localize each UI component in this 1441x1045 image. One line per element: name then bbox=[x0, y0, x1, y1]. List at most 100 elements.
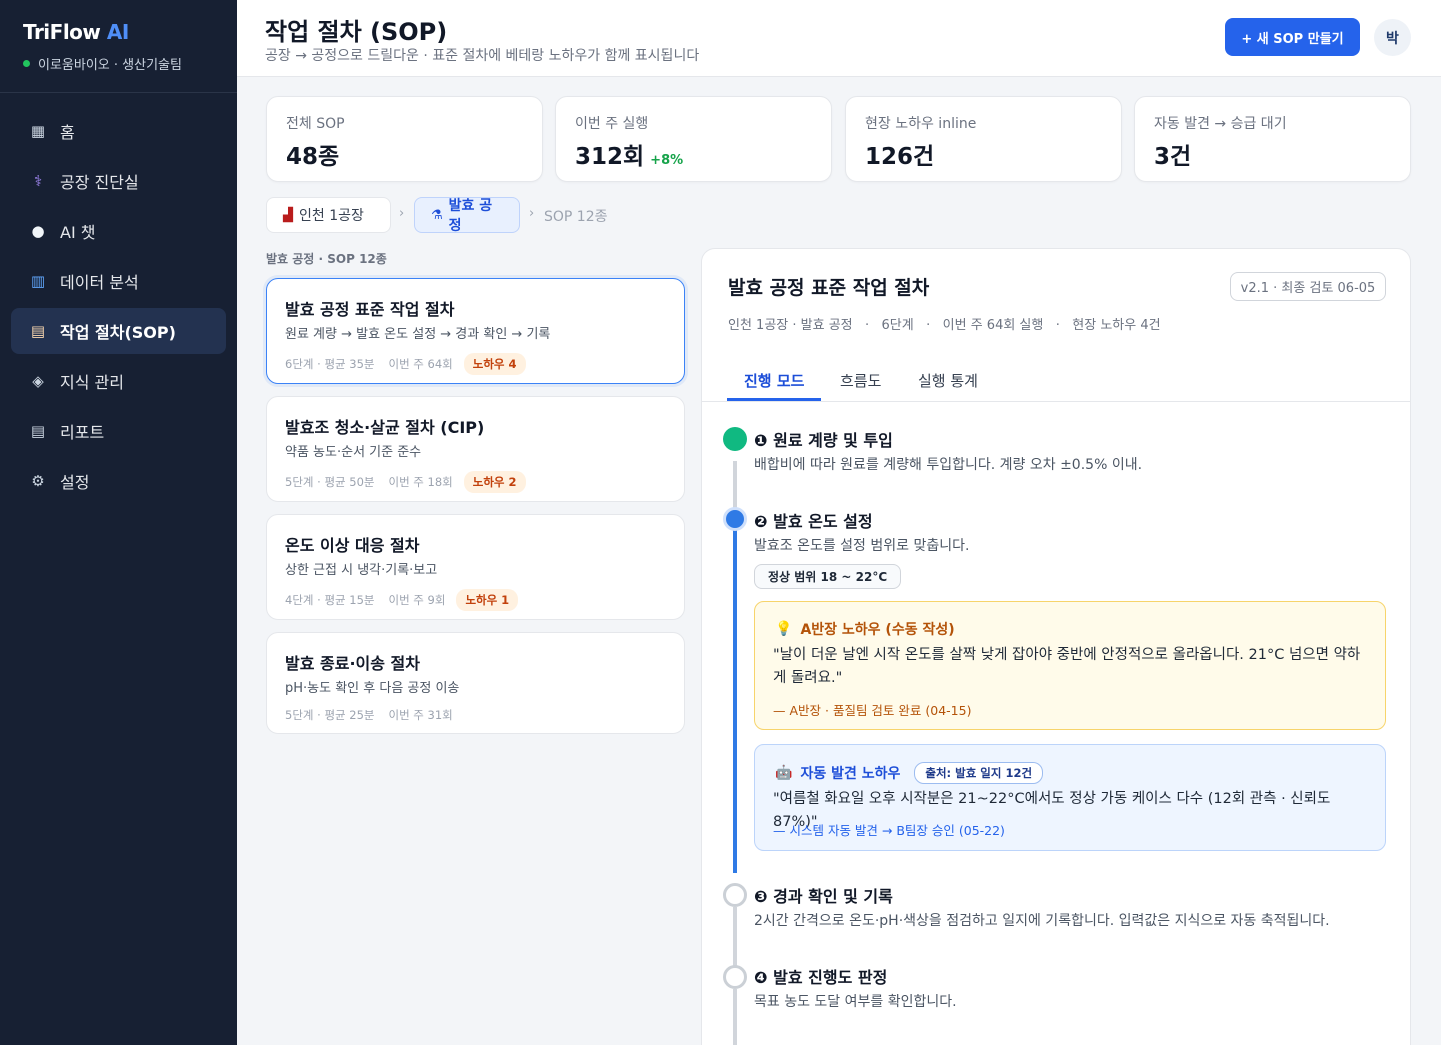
sidebar-item-knowledge[interactable]: ◈ 지식 관리 bbox=[11, 358, 226, 404]
sop-list-item[interactable]: 발효 공정 표준 작업 절차 원료 계량 → 발효 온도 설정 → 경과 확인 … bbox=[266, 278, 685, 384]
stat-delta: +8% bbox=[650, 153, 684, 168]
sop-weekly-runs: 이번 주 64회 bbox=[388, 357, 453, 371]
knowhow-badge: 노하우 1 bbox=[456, 589, 519, 611]
sidebar-item-diagnosis[interactable]: ⚕ 공장 진단실 bbox=[11, 158, 226, 204]
step-description: 2시간 간격으로 온도·pH·색상을 점검하고 일지에 기록합니다. 입력값은 … bbox=[754, 913, 1330, 929]
gear-icon: ⚙ bbox=[31, 472, 45, 490]
sop-meta: 6단계 · 평균 35분 이번 주 64회 노하우 4 bbox=[285, 353, 526, 375]
timeline-connector bbox=[733, 461, 737, 509]
step-title[interactable]: ❶ 원료 계량 및 투입 bbox=[754, 427, 893, 451]
sidebar-item-ai-chat[interactable]: ● AI 챗 bbox=[11, 208, 226, 254]
step-status-done-icon bbox=[723, 427, 747, 451]
sop-weekly-runs: 이번 주 18회 bbox=[388, 475, 453, 489]
step-description: 배합비에 따라 원료를 계량해 투입합니다. 계량 오차 ±0.5% 이내. bbox=[754, 457, 1143, 473]
knowhow-quote: "날이 더운 날엔 시작 온도를 살짝 낮게 잡아야 중반에 안정적으로 올라옵… bbox=[773, 647, 1361, 686]
auto-knowhow-card: 🤖 자동 발견 노하우 출처: 발효 일지 12건 "여름철 화요일 오후 시작… bbox=[754, 744, 1386, 851]
page-subtitle: 공장 → 공정으로 드릴다운 · 표준 절차에 베테랑 노하우가 함께 표시됩니… bbox=[265, 48, 700, 64]
sidebar-item-home[interactable]: ▦ 홈 bbox=[11, 108, 226, 154]
step-title[interactable]: ❷ 발효 온도 설정 bbox=[754, 508, 873, 532]
sop-meta: 5단계 · 평균 25분 이번 주 31회 bbox=[285, 707, 453, 723]
sop-list-item[interactable]: 발효 종료·이송 절차 pH·농도 확인 후 다음 공정 이송 5단계 · 평균… bbox=[266, 632, 685, 734]
new-sop-button[interactable]: + 새 SOP 만들기 bbox=[1225, 18, 1360, 56]
tab-flowchart[interactable]: 흐름도 bbox=[840, 370, 881, 391]
brand-logo[interactable]: TriFlow AI bbox=[23, 20, 129, 44]
step-status-pending-icon bbox=[723, 965, 747, 989]
knowhow-footer: — A반장 · 품질팀 검토 완료 (04-15) bbox=[773, 703, 972, 718]
stethoscope-icon: ⚕ bbox=[33, 172, 43, 190]
sop-weekly-runs: 이번 주 9회 bbox=[388, 593, 446, 607]
step-status-pending-icon bbox=[723, 883, 747, 907]
stat-value: 48종 bbox=[286, 137, 339, 171]
avatar[interactable]: 박 bbox=[1374, 19, 1411, 56]
sop-steps-duration: 5단계 · 평균 50분 bbox=[285, 475, 375, 489]
step-description: 발효조 온도를 설정 범위로 맞춥니다. bbox=[754, 538, 970, 554]
sop-title: 발효조 청소·살균 절차 (CIP) bbox=[285, 418, 485, 437]
sidebar: TriFlow AI 이로움바이오 · 생산기술팀 ▦ 홈 ⚕ 공장 진단실 ●… bbox=[0, 0, 237, 1045]
robot-icon: 🤖 bbox=[775, 765, 793, 781]
sidebar-nav: ▦ 홈 ⚕ 공장 진단실 ● AI 챗 ▥ 데이터 분석 ▤ 작업 절차(SOP… bbox=[11, 108, 226, 508]
step-status-current-icon bbox=[723, 507, 747, 531]
manual-knowhow-card: 💡 A반장 노하우 (수동 작성) "날이 더운 날엔 시작 온도를 살짝 낮게… bbox=[754, 601, 1386, 730]
sop-steps-duration: 6단계 · 평균 35분 bbox=[285, 357, 375, 371]
stat-label: 이번 주 실행 bbox=[575, 116, 649, 132]
flask-icon: ⚗ bbox=[431, 207, 443, 223]
detail-title: 발효 공정 표준 작업 절차 bbox=[728, 277, 930, 299]
stat-number: 312회 bbox=[575, 144, 645, 170]
stat-number: 3건 bbox=[1154, 144, 1192, 170]
sidebar-item-label: 설정 bbox=[60, 473, 90, 492]
sidebar-item-data-analysis[interactable]: ▥ 데이터 분석 bbox=[11, 258, 226, 304]
page-header: 작업 절차 (SOP) 공장 → 공정으로 드릴다운 · 표준 절차에 베테랑 … bbox=[237, 0, 1441, 77]
brand-name: TriFlow bbox=[23, 20, 101, 44]
breadcrumb-factory[interactable]: ▟ 인천 1공장 bbox=[266, 197, 391, 233]
sop-title: 발효 종료·이송 절차 bbox=[285, 654, 420, 673]
source-badge[interactable]: 출처: 발효 일지 12건 bbox=[914, 762, 1044, 784]
detail-meta: 인천 1공장 · 발효 공정 · 6단계 · 이번 주 64회 실행 · 현장 … bbox=[728, 318, 1161, 333]
org-name: 이로움바이오 · 생산기술팀 bbox=[38, 58, 182, 73]
sop-meta: 5단계 · 평균 50분 이번 주 18회 노하우 2 bbox=[285, 471, 526, 493]
document-icon: ▤ bbox=[30, 422, 46, 440]
breadcrumb-process[interactable]: ⚗ 발효 공정 bbox=[414, 197, 520, 234]
tab-run-stats[interactable]: 실행 통계 bbox=[918, 370, 978, 391]
stat-label: 자동 발견 → 승급 대기 bbox=[1154, 116, 1287, 132]
sop-description: 상한 근접 시 냉각·기록·보고 bbox=[285, 563, 438, 578]
sop-description: 원료 계량 → 발효 온도 설정 → 경과 확인 → 기록 bbox=[285, 327, 551, 342]
diamond-icon: ◈ bbox=[32, 372, 44, 390]
sidebar-item-label: 작업 절차(SOP) bbox=[60, 323, 176, 342]
sidebar-item-report[interactable]: ▤ 리포트 bbox=[11, 408, 226, 454]
online-status-dot bbox=[23, 60, 30, 67]
sop-detail-panel: 발효 공정 표준 작업 절차 v2.1 · 최종 검토 06-05 인천 1공장… bbox=[701, 248, 1411, 1045]
tab-progress-mode[interactable]: 진행 모드 bbox=[744, 370, 804, 391]
detail-tabs: 진행 모드 흐름도 실행 통계 bbox=[702, 364, 1410, 402]
stat-value: 3건 bbox=[1154, 137, 1191, 171]
sop-list-item[interactable]: 온도 이상 대응 절차 상한 근접 시 냉각·기록·보고 4단계 · 평균 15… bbox=[266, 514, 685, 620]
sop-steps-duration: 5단계 · 평균 25분 bbox=[285, 708, 375, 722]
stat-number: 126건 bbox=[865, 144, 935, 170]
sidebar-item-settings[interactable]: ⚙ 설정 bbox=[11, 458, 226, 504]
sidebar-item-label: 공장 진단실 bbox=[60, 173, 139, 192]
sop-steps-duration: 4단계 · 평균 15분 bbox=[285, 593, 375, 607]
knowhow-badge: 노하우 4 bbox=[463, 353, 526, 375]
step-title[interactable]: ❸ 경과 확인 및 기록 bbox=[754, 883, 893, 907]
org-label: 이로움바이오 · 생산기술팀 bbox=[23, 54, 182, 73]
breadcrumb-label: 발효 공정 bbox=[448, 198, 493, 234]
knowhow-title: A반장 노하우 (수동 작성) bbox=[800, 622, 955, 638]
bar-chart-icon: ▥ bbox=[30, 272, 46, 290]
step-title[interactable]: ❹ 발효 진행도 판정 bbox=[754, 964, 887, 988]
sop-meta: 4단계 · 평균 15분 이번 주 9회 노하우 1 bbox=[285, 589, 519, 611]
stat-card-knowhow-inline: 현장 노하우 inline 126건 bbox=[845, 96, 1122, 182]
sop-list-label: 발효 공정 · SOP 12종 bbox=[266, 252, 387, 266]
breadcrumb-separator: › bbox=[529, 206, 535, 221]
stat-card-pending-approval: 자동 발견 → 승급 대기 3건 bbox=[1134, 96, 1411, 182]
sidebar-item-sop[interactable]: ▤ 작업 절차(SOP) bbox=[11, 308, 226, 354]
brand-ai: AI bbox=[106, 20, 129, 44]
sidebar-item-label: 지식 관리 bbox=[60, 373, 124, 392]
page-title: 작업 절차 (SOP) bbox=[265, 18, 448, 46]
sop-title: 온도 이상 대응 절차 bbox=[285, 536, 420, 555]
breadcrumb-label: 인천 1공장 bbox=[299, 208, 364, 224]
clipboard-icon: ▤ bbox=[30, 322, 46, 340]
sop-description: 약품 농도·순서 기준 준수 bbox=[285, 445, 422, 460]
timeline-connector bbox=[733, 989, 737, 1045]
normal-range-badge: 정상 범위 18 ~ 22°C bbox=[754, 564, 902, 589]
sop-list-item[interactable]: 발효조 청소·살균 절차 (CIP) 약품 농도·순서 기준 준수 5단계 · … bbox=[266, 396, 685, 502]
stat-number: 48종 bbox=[286, 144, 340, 170]
